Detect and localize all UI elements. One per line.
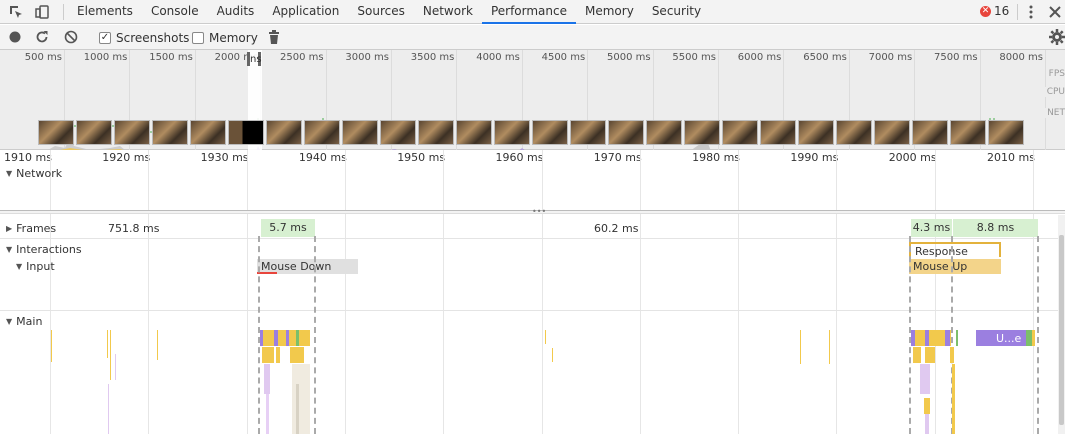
close-icon[interactable]: [1045, 2, 1065, 22]
ruler-tick-label: 1920 ms: [102, 151, 151, 164]
screenshot-thumbnail[interactable]: [912, 120, 948, 145]
screenshot-thumbnail[interactable]: [76, 120, 112, 145]
ruler-tick-label: 2010 ms: [987, 151, 1035, 164]
expand-triangle-icon[interactable]: ▼: [6, 245, 12, 254]
response-interaction[interactable]: Response: [909, 242, 1001, 258]
screenshot-thumbnail[interactable]: [570, 120, 606, 145]
tab-security[interactable]: Security: [643, 0, 710, 24]
ruler-tick-label: 1960 ms: [495, 151, 544, 164]
screenshot-thumbnail[interactable]: [760, 120, 796, 145]
main-flame-chart[interactable]: [0, 314, 1065, 434]
ruler-tick-label: 1950 ms: [397, 151, 446, 164]
ruler-tick-label: 1970 ms: [593, 151, 642, 164]
memory-checkbox[interactable]: Memory: [192, 31, 258, 45]
settings-gear-icon[interactable]: [1047, 27, 1065, 47]
ruler-tick-label: 1980 ms: [692, 151, 741, 164]
screenshot-thumbnail[interactable]: [836, 120, 872, 145]
tab-memory[interactable]: Memory: [576, 0, 643, 24]
screenshot-thumbnail[interactable]: [494, 120, 530, 145]
error-icon: ✕: [980, 5, 991, 17]
screenshot-thumbnail[interactable]: [152, 120, 188, 145]
screenshot-thumbnail[interactable]: [722, 120, 758, 145]
expand-triangle-icon[interactable]: ▼: [16, 262, 22, 271]
frame-duration-5[interactable]: 8.8 ms: [952, 219, 1038, 237]
timeline-overview[interactable]: 500 ms 1000 ms 1500 ms 2000 ms 2500 ms 3000 m…: [0, 50, 1065, 150]
screenshot-thumbnail[interactable]: [684, 120, 720, 145]
collapse-triangle-icon[interactable]: ▶: [6, 224, 12, 233]
mouse-up-interaction[interactable]: Mouse Up: [909, 259, 1001, 274]
screenshot-thumbnail[interactable]: [342, 120, 378, 145]
screenshots-checkbox[interactable]: ✓ Screenshots: [99, 31, 189, 45]
kebab-menu-icon[interactable]: [1021, 2, 1041, 22]
frame-duration-1[interactable]: 751.8 ms: [108, 222, 159, 235]
selection-handle-label: ns: [250, 54, 262, 65]
screenshots-label: Screenshots: [116, 31, 190, 45]
screenshot-thumbnail[interactable]: [266, 120, 302, 145]
memory-label: Memory: [209, 31, 258, 45]
flame-slices: [51, 330, 1035, 434]
ruler-tick-label: 1910 ms: [4, 151, 52, 164]
timeline-ruler: 1910 ms 1920 ms 1930 ms 1940 ms 1950 ms 1960 …: [0, 150, 1065, 165]
ruler-tick-label: 2000 ms: [888, 151, 937, 164]
error-count: 16: [994, 4, 1010, 18]
reload-icon[interactable]: [32, 27, 52, 47]
memory-check[interactable]: [192, 32, 204, 44]
performance-toolbar: ✓ Screenshots Memory: [0, 25, 1065, 50]
record-icon[interactable]: [5, 27, 25, 47]
screenshot-thumbnail[interactable]: [646, 120, 682, 145]
inspect-element-icon[interactable]: [6, 2, 26, 22]
screenshot-thumbnail[interactable]: [874, 120, 910, 145]
fps-row-label: FPS: [1046, 69, 1065, 79]
screenshot-thumbnail[interactable]: [798, 120, 834, 145]
screenshot-filmstrip[interactable]: [38, 120, 1028, 145]
frame-duration-2[interactable]: 5.7 ms: [260, 219, 315, 237]
input-track-label[interactable]: ▼ Input: [16, 260, 55, 273]
tab-performance[interactable]: Performance: [481, 0, 576, 24]
tab-audits[interactable]: Audits: [208, 0, 264, 24]
device-toolbar-icon[interactable]: [32, 2, 52, 22]
trash-icon[interactable]: [264, 27, 284, 47]
screenshot-thumbnail[interactable]: [418, 120, 454, 145]
screenshot-thumbnail[interactable]: [532, 120, 568, 145]
devtools-tab-bar: Elements Console Audits Application Sources N…: [0, 0, 1065, 24]
ruler-tick-label: 1940 ms: [298, 151, 347, 164]
interactions-track-label[interactable]: ▼ Interactions: [6, 243, 82, 256]
main-event-label: U...e: [996, 332, 1022, 345]
drag-handle-icon[interactable]: •••: [532, 207, 546, 216]
screenshot-thumbnail[interactable]: [304, 120, 340, 145]
scrollbar-thumb[interactable]: [1059, 235, 1064, 425]
panel-tabs: Elements Console Audits Application Sources N…: [68, 0, 710, 24]
tab-network[interactable]: Network: [414, 0, 482, 24]
screenshot-thumbnail[interactable]: [456, 120, 492, 145]
ruler-tick-label: 1990 ms: [790, 151, 839, 164]
panel-splitter[interactable]: •••: [0, 207, 1065, 216]
screenshot-thumbnail[interactable]: [190, 120, 226, 145]
screenshot-thumbnail[interactable]: [380, 120, 416, 145]
screenshot-thumbnail[interactable]: [114, 120, 150, 145]
frames-track-label[interactable]: ▶ Frames: [6, 222, 56, 235]
clear-icon[interactable]: [61, 27, 81, 47]
net-row-label: NET: [1045, 108, 1065, 118]
screenshot-thumbnail[interactable]: [228, 120, 264, 145]
screenshot-thumbnail[interactable]: [38, 120, 74, 145]
tab-sources[interactable]: Sources: [348, 0, 413, 24]
screenshot-thumbnail[interactable]: [608, 120, 644, 145]
error-counter[interactable]: ✕ 16: [980, 4, 1009, 18]
frame-duration-3[interactable]: 60.2 ms: [594, 222, 638, 235]
screenshot-thumbnail[interactable]: [988, 120, 1024, 145]
screenshot-thumbnail[interactable]: [950, 120, 986, 145]
vertical-scrollbar[interactable]: [1058, 215, 1065, 434]
frame-duration-4[interactable]: 4.3 ms: [910, 219, 952, 237]
network-track[interactable]: ▼ Network: [0, 165, 1065, 210]
ruler-tick-label: 1930 ms: [200, 151, 249, 164]
mouse-down-delay: [257, 272, 277, 274]
network-track-label[interactable]: ▼ Network: [6, 167, 62, 180]
tab-console[interactable]: Console: [142, 0, 208, 24]
tab-application[interactable]: Application: [263, 0, 348, 24]
expand-triangle-icon[interactable]: ▼: [6, 169, 12, 178]
cpu-row-label: CPU: [1044, 87, 1065, 97]
tab-elements[interactable]: Elements: [68, 0, 142, 24]
screenshots-check[interactable]: ✓: [99, 32, 111, 44]
